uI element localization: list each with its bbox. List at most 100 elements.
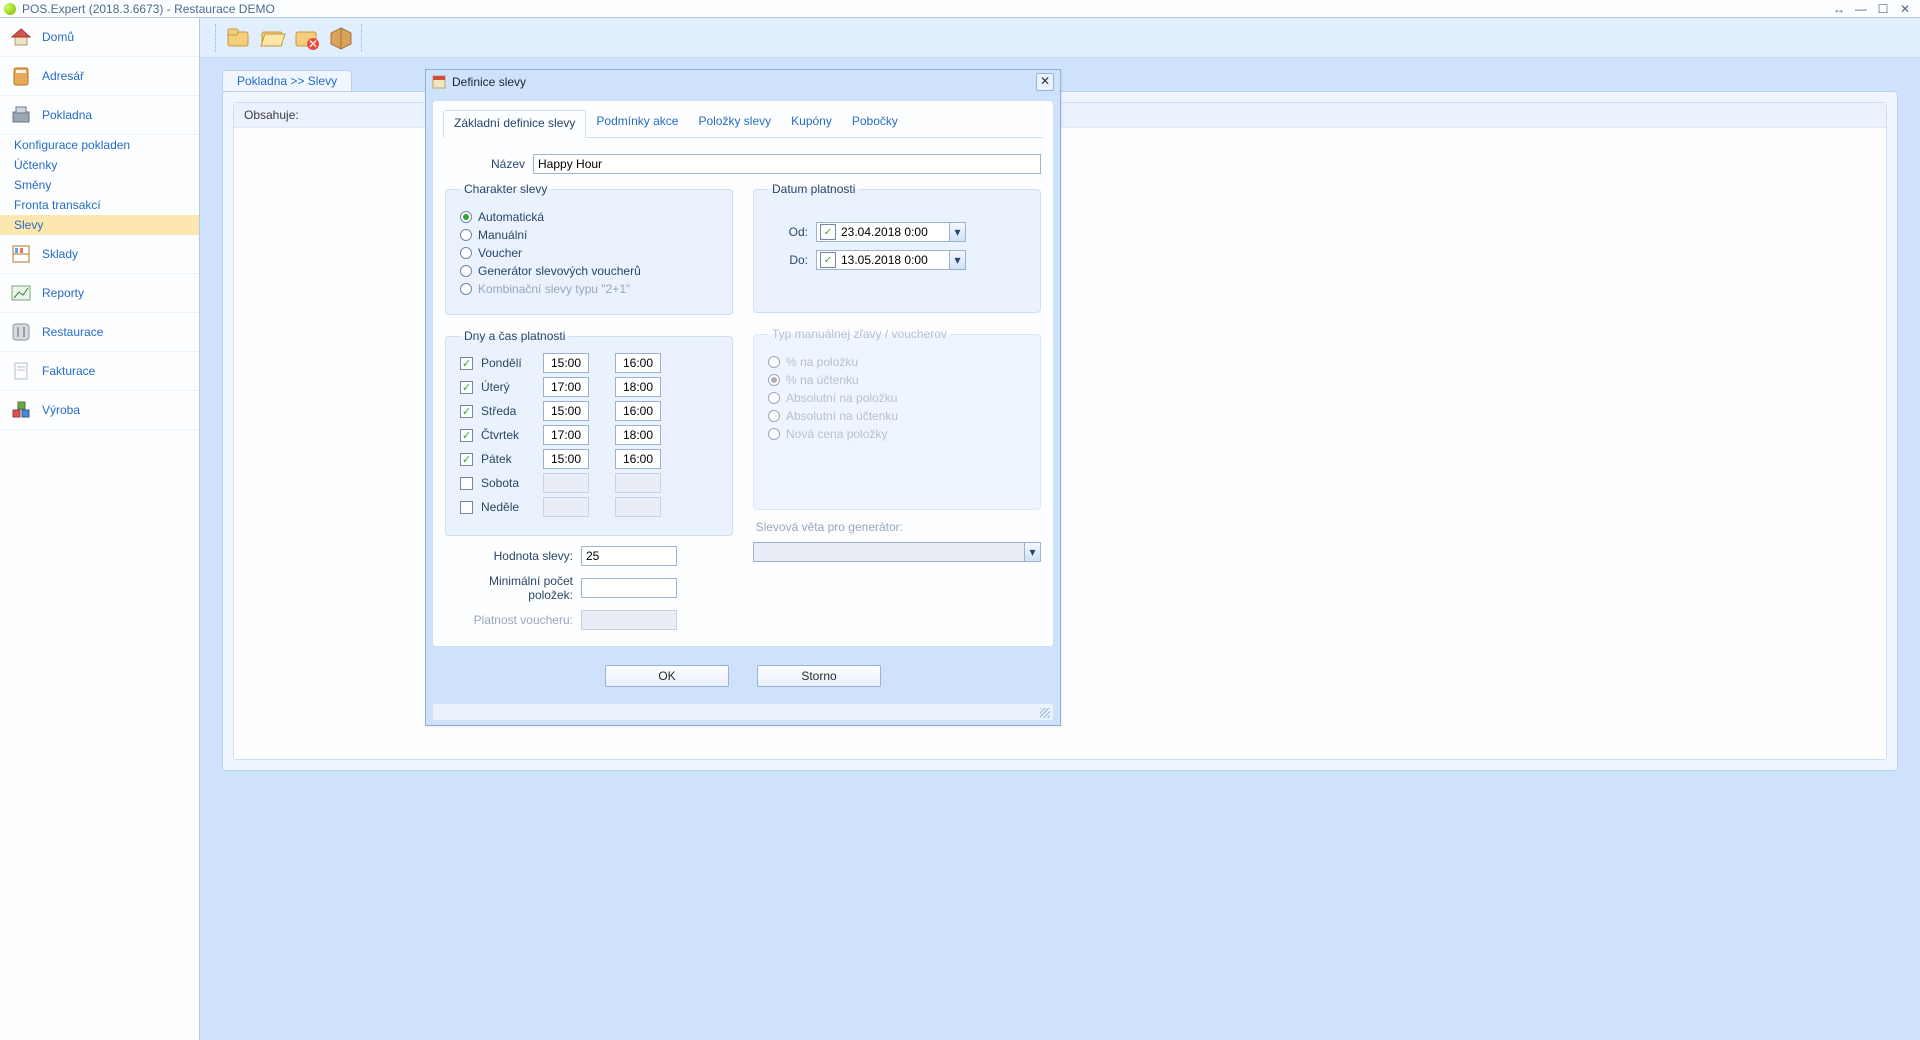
dialog-tabs: Základní definice slevyPodmínky akcePolo…: [433, 109, 1053, 137]
day-to-3[interactable]: [615, 425, 661, 445]
home-icon: [10, 26, 32, 48]
radio-icon: [460, 211, 472, 223]
close-button[interactable]: ✕: [1894, 2, 1916, 16]
content-area: ✕ Pokladna >> Slevy Obsahuje: Definice s…: [200, 18, 1920, 1040]
shelf-icon: [10, 243, 32, 265]
dialog-resize-grip[interactable]: [432, 703, 1054, 721]
typ-radio-0: % na položku: [768, 355, 1026, 369]
day-check-0[interactable]: ✓: [460, 357, 473, 370]
chevron-down-icon[interactable]: ▾: [949, 223, 965, 241]
day-check-5[interactable]: ✓: [460, 477, 473, 490]
sidebar-subitem-3[interactable]: Fronta transakcí: [0, 195, 199, 215]
day-from-5: [543, 473, 589, 493]
hodnota-label: Hodnota slevy:: [445, 549, 573, 563]
sidebar-item-1[interactable]: Adresář: [0, 57, 199, 96]
charakter-radio-0[interactable]: Automatická: [460, 210, 718, 224]
hodnota-input[interactable]: [581, 546, 677, 566]
radio-icon: [460, 229, 472, 241]
do-datepicker[interactable]: ✓ ▾: [816, 250, 966, 270]
invoice-icon: [10, 360, 32, 382]
sidebar-item-2[interactable]: Pokladna: [0, 96, 199, 135]
dialog-icon: [432, 75, 446, 89]
chevron-down-icon[interactable]: ▾: [949, 251, 965, 269]
tab-1[interactable]: Podmínky akce: [586, 109, 688, 137]
do-label: Do:: [768, 253, 808, 267]
platnost-label: Platnost voucheru:: [445, 613, 573, 627]
radio-icon: [460, 283, 472, 295]
day-from-3[interactable]: [543, 425, 589, 445]
od-date-input[interactable]: [839, 223, 949, 241]
folder-delete-icon[interactable]: ✕: [293, 24, 321, 52]
charakter-radio-2[interactable]: Voucher: [460, 246, 718, 260]
radio-icon: [768, 410, 780, 422]
breadcrumb[interactable]: Pokladna >> Slevy: [222, 70, 352, 91]
name-label: Název: [445, 157, 525, 171]
sidebar-item-6[interactable]: Fakturace: [0, 352, 199, 391]
od-datepicker[interactable]: ✓ ▾: [816, 222, 966, 242]
tab-4[interactable]: Pobočky: [842, 109, 908, 137]
sidebar-item-7[interactable]: Výroba: [0, 391, 199, 430]
window-title: POS.Expert (2018.3.6673) - Restaurace DE…: [22, 2, 275, 16]
tab-0[interactable]: Základní definice slevy: [443, 110, 586, 138]
day-check-1[interactable]: ✓: [460, 381, 473, 394]
typ-fieldset: Typ manuálnej zľavy / voucherov % na pol…: [753, 327, 1041, 510]
sidebar-subitem-2[interactable]: Směny: [0, 175, 199, 195]
platnost-input: [581, 610, 677, 630]
ok-button[interactable]: OK: [605, 665, 729, 687]
window-titlebar: POS.Expert (2018.3.6673) - Restaurace DE…: [0, 0, 1920, 18]
od-label: Od:: [768, 225, 808, 239]
charakter-radio-3[interactable]: Generátor slevových voucherů: [460, 264, 718, 278]
min-label: Minimální počet položek:: [445, 574, 573, 602]
day-to-0[interactable]: [615, 353, 661, 373]
sidebar-item-3[interactable]: Sklady: [0, 235, 199, 274]
charakter-radio-1[interactable]: Manuální: [460, 228, 718, 242]
day-label: Úterý: [481, 380, 535, 394]
day-from-1[interactable]: [543, 377, 589, 397]
name-input[interactable]: [533, 154, 1041, 174]
move-icon[interactable]: ↔: [1828, 2, 1850, 16]
sidebar-item-5[interactable]: Restaurace: [0, 313, 199, 352]
datum-fieldset: Datum platnosti Od: ✓ ▾: [753, 182, 1041, 313]
day-from-0[interactable]: [543, 353, 589, 373]
tab-2[interactable]: Položky slevy: [688, 109, 781, 137]
day-to-2[interactable]: [615, 401, 661, 421]
package-icon[interactable]: [327, 24, 355, 52]
dialog-close-button[interactable]: ✕: [1036, 73, 1054, 91]
sidebar-item-0[interactable]: Domů: [0, 18, 199, 57]
do-enable-check[interactable]: ✓: [820, 252, 836, 268]
day-label: Sobota: [481, 476, 535, 490]
day-check-6[interactable]: ✓: [460, 501, 473, 514]
sidebar-subitem-1[interactable]: Účtenky: [0, 155, 199, 175]
day-check-4[interactable]: ✓: [460, 453, 473, 466]
typ-radio-2: Absolutní na položku: [768, 391, 1026, 405]
register-icon: [10, 104, 32, 126]
day-from-2[interactable]: [543, 401, 589, 421]
day-from-6: [543, 497, 589, 517]
day-check-2[interactable]: ✓: [460, 405, 473, 418]
sidebar-subitem-4[interactable]: Slevy: [0, 215, 199, 235]
radio-icon: [768, 356, 780, 368]
book-icon: [10, 65, 32, 87]
days-fieldset: Dny a čas platnosti ✓Pondělí✓Úterý✓Střed…: [445, 329, 733, 536]
dialog-title: Definice slevy: [452, 75, 526, 89]
cutlery-icon: [10, 321, 32, 343]
day-to-4[interactable]: [615, 449, 661, 469]
day-to-5: [615, 473, 661, 493]
minimize-button[interactable]: —: [1850, 2, 1872, 16]
dialog-titlebar[interactable]: Definice slevy ✕: [426, 70, 1060, 94]
do-date-input[interactable]: [839, 251, 949, 269]
maximize-button[interactable]: ☐: [1872, 2, 1894, 16]
min-input[interactable]: [581, 578, 677, 598]
day-check-3[interactable]: ✓: [460, 429, 473, 442]
folder-icon[interactable]: [225, 24, 253, 52]
sidebar-item-4[interactable]: Reporty: [0, 274, 199, 313]
day-to-1[interactable]: [615, 377, 661, 397]
sidebar-subitem-0[interactable]: Konfigurace pokladen: [0, 135, 199, 155]
gen-combo: ▾: [753, 542, 1041, 562]
storno-button[interactable]: Storno: [757, 665, 881, 687]
tab-3[interactable]: Kupóny: [781, 109, 842, 137]
folder-open-icon[interactable]: [259, 24, 287, 52]
od-enable-check[interactable]: ✓: [820, 224, 836, 240]
day-from-4[interactable]: [543, 449, 589, 469]
gen-label: Slevová věta pro generátor:: [753, 520, 903, 534]
